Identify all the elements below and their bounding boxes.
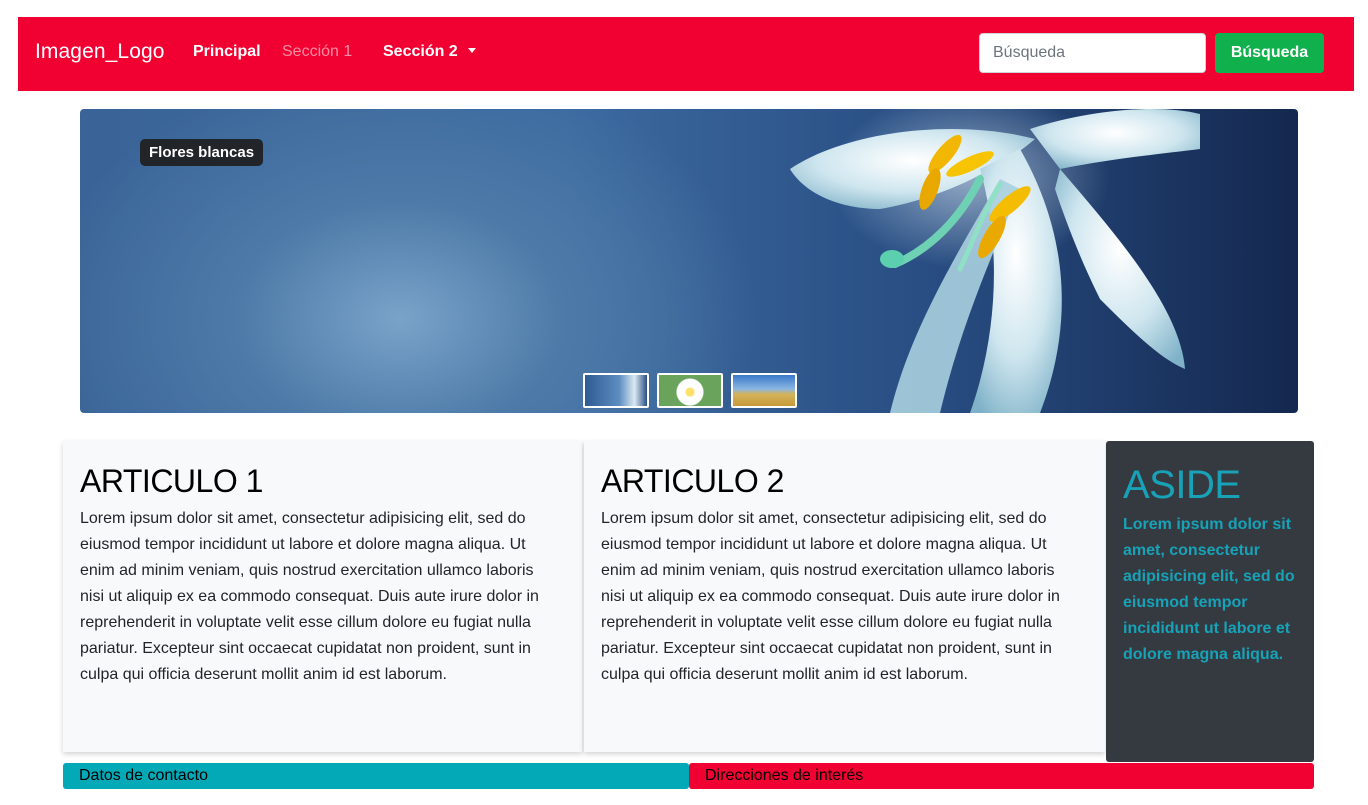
nav-dropdown-label: Sección 2: [383, 43, 458, 60]
search-button[interactable]: Búsqueda: [1215, 33, 1324, 73]
footer-links: Direcciones de interés: [689, 763, 1314, 789]
carousel-caption: Flores blancas: [140, 139, 264, 166]
thumbnail-daisy[interactable]: [657, 373, 723, 408]
article-2-title: ARTICULO 2: [601, 463, 784, 499]
article-2: ARTICULO 2 Lorem ipsum dolor sit amet, c…: [584, 441, 1105, 752]
image-carousel[interactable]: Flores blancas: [80, 109, 1298, 413]
search-input[interactable]: [979, 33, 1206, 73]
carousel-thumbnails: [583, 373, 797, 408]
navbar: Imagen_Logo Principal Sección 1 Sección …: [18, 17, 1354, 91]
footer-contact: Datos de contacto: [63, 763, 689, 789]
thumbnail-field[interactable]: [731, 373, 797, 408]
caret-down-icon: [467, 48, 476, 53]
white-lily-image: [790, 109, 1200, 413]
aside-panel: ASIDE Lorem ipsum dolor sit amet, consec…: [1106, 441, 1314, 762]
article-1-title: ARTICULO 1: [80, 463, 263, 499]
nav-link-principal[interactable]: Principal: [193, 43, 261, 61]
article-1: ARTICULO 1 Lorem ipsum dolor sit amet, c…: [63, 441, 582, 752]
aside-title: ASIDE: [1123, 463, 1241, 507]
nav-link-seccion-1[interactable]: Sección 1: [282, 43, 352, 61]
brand-logo[interactable]: Imagen_Logo: [35, 40, 165, 64]
thumbnail-lily[interactable]: [583, 373, 649, 408]
aside-body: Lorem ipsum dolor sit amet, consectetur …: [1123, 516, 1295, 663]
article-1-body: Lorem ipsum dolor sit amet, consectetur …: [80, 510, 539, 683]
nav-dropdown-seccion-2[interactable]: Sección 2: [383, 43, 476, 61]
article-2-body: Lorem ipsum dolor sit amet, consectetur …: [601, 510, 1060, 683]
